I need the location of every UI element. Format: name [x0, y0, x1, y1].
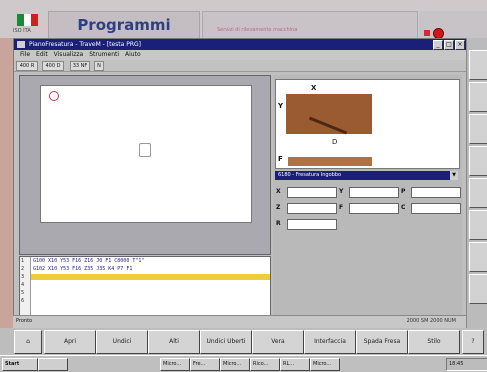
alarm-indicator-icon: [424, 30, 430, 36]
toolbar-button-3[interactable]: 33 NF: [70, 61, 90, 71]
app-icon: [17, 41, 25, 48]
line-number: 4: [21, 282, 25, 288]
line-gutter: 1 2 3 4 5 6: [20, 257, 31, 319]
current-line-highlight: [31, 274, 270, 280]
taskbar: Start Micro... Fre... Micro... Rico... R…: [0, 355, 487, 372]
param-label-c: C: [401, 204, 406, 211]
toolbar-button-4[interactable]: N: [94, 61, 104, 71]
axis-x-label: X: [311, 84, 317, 92]
param-field-c[interactable]: [411, 203, 461, 214]
param-label-z: Z: [276, 204, 281, 211]
menu-view[interactable]: Visualizza: [54, 50, 84, 60]
fkey-2[interactable]: Undici: [96, 330, 148, 354]
fkey-help-icon[interactable]: ?: [462, 330, 484, 354]
chevron-down-icon[interactable]: ▼: [450, 171, 458, 180]
side-button-1[interactable]: [469, 50, 487, 80]
minimize-button[interactable]: _: [433, 40, 443, 50]
axis-f-label: F: [278, 155, 283, 163]
line-number: 2: [21, 266, 25, 272]
side-toolbar: [466, 38, 487, 328]
title-panel: Programmi: [48, 11, 200, 40]
status-bar: Pronto 2000 SM 2000 NUM: [13, 315, 466, 328]
side-button-8[interactable]: [469, 274, 487, 304]
start-button[interactable]: Start: [2, 358, 38, 371]
side-button-2[interactable]: [469, 82, 487, 112]
depth-label: D: [332, 138, 338, 146]
preview-panel: [19, 75, 271, 255]
close-button[interactable]: ×: [455, 40, 465, 50]
menu-bar: File Edit Visualizza Strumenti Aiuto: [14, 50, 467, 60]
workpiece-image: D: [286, 94, 372, 146]
taskbar-task-5[interactable]: RL...: [280, 358, 310, 371]
workpiece-section-image: [288, 157, 372, 166]
menu-edit[interactable]: Edit: [36, 50, 48, 60]
origin-marker-icon: [49, 91, 59, 101]
param-label-x: X: [276, 188, 281, 195]
operation-selected: 6180 - Fresatura Ingobbo: [278, 172, 342, 178]
fkey-3[interactable]: Alti: [148, 330, 200, 354]
menu-file[interactable]: File: [20, 50, 30, 60]
side-button-4[interactable]: [469, 146, 487, 176]
operation-panel: X Y D F 6180 - Fresatura Ingobbo ▼ X Y P…: [273, 75, 462, 318]
fkey-8[interactable]: Stilo: [408, 330, 460, 354]
param-field-r[interactable]: [287, 219, 337, 230]
axis-y-label: Y: [278, 102, 284, 110]
operation-select[interactable]: 6180 - Fresatura Ingobbo ▼: [275, 171, 458, 180]
taskbar-task-2[interactable]: Fre...: [190, 358, 220, 371]
param-field-y[interactable]: [349, 187, 399, 198]
fkey-7[interactable]: Spada Fresa: [356, 330, 408, 354]
param-field-z[interactable]: [287, 203, 337, 214]
param-field-p[interactable]: [411, 187, 461, 198]
system-tray-clock[interactable]: 18:45: [446, 358, 487, 371]
window-titlebar: PianoFresatura - TraveM - [testa PRG] _ …: [14, 39, 467, 50]
taskbar-task-6[interactable]: Micro...: [310, 358, 340, 371]
app-window: PianoFresatura - TraveM - [testa PRG] _ …: [13, 38, 468, 330]
maximize-button[interactable]: □: [444, 40, 454, 50]
window-title: PianoFresatura - TraveM - [testa PRG]: [29, 41, 141, 48]
param-label-r: R: [276, 220, 281, 227]
page-title: Programmi: [77, 16, 171, 34]
fkey-home-icon[interactable]: ⌂: [14, 330, 42, 354]
line-number: 6: [21, 298, 25, 304]
fkey-5[interactable]: Vera: [252, 330, 304, 354]
quick-launch[interactable]: [38, 358, 68, 371]
code-line[interactable]: G102 X10 Y53 F16 Z35 J35 K4 P7 F1: [33, 266, 132, 272]
toolbar-button-2[interactable]: 400 D: [42, 61, 64, 71]
function-key-bar: ⌂ Apri Undici Alti Undici Uberti Vera In…: [0, 328, 487, 355]
taskbar-task-4[interactable]: Rico...: [250, 358, 280, 371]
toolbar: 400 R 400 D 33 NF N: [14, 60, 467, 72]
line-number: 5: [21, 290, 25, 296]
message-text: Servizi di rilevamento macchina: [217, 27, 298, 33]
param-label-f: F: [339, 204, 344, 211]
tool-diagram: X Y D F: [275, 79, 460, 169]
code-line[interactable]: G100 X10 Y53 F16 Z16 J0 F1 C8000 T"1": [33, 258, 144, 264]
tool-arm-icon: [308, 116, 348, 135]
tool-position-icon: [139, 143, 151, 157]
message-panel: Servizi di rilevamento macchina: [202, 11, 418, 40]
fkey-6[interactable]: Interfaccia: [304, 330, 356, 354]
line-number: 1: [21, 258, 25, 264]
language-label: ISO ITA: [13, 28, 31, 34]
param-field-f[interactable]: [349, 203, 399, 214]
param-field-x[interactable]: [287, 187, 337, 198]
status-indicators: 2000 SM 2000 NUM: [406, 318, 456, 324]
line-number: 3: [21, 274, 25, 280]
param-label-p: P: [401, 188, 406, 195]
workpiece-canvas[interactable]: [40, 85, 252, 223]
gcode-editor[interactable]: 1 2 3 4 5 6 G100 X10 Y53 F16 Z16 J0 F1 C…: [19, 256, 271, 320]
menu-help[interactable]: Aiuto: [125, 50, 141, 60]
status-text: Pronto: [16, 318, 33, 324]
italian-flag-icon[interactable]: [17, 14, 38, 26]
taskbar-task-3[interactable]: Micro...: [220, 358, 250, 371]
menu-tools[interactable]: Strumenti: [89, 50, 119, 60]
fkey-4[interactable]: Undici Uberti: [200, 330, 252, 354]
side-button-5[interactable]: [469, 178, 487, 208]
side-button-3[interactable]: [469, 114, 487, 144]
taskbar-task-1[interactable]: Micro...: [160, 358, 190, 371]
side-button-6[interactable]: [469, 210, 487, 240]
param-label-y: Y: [339, 188, 344, 195]
fkey-1[interactable]: Apri: [44, 330, 96, 354]
side-button-7[interactable]: [469, 242, 487, 272]
toolbar-button-1[interactable]: 400 R: [16, 61, 38, 71]
